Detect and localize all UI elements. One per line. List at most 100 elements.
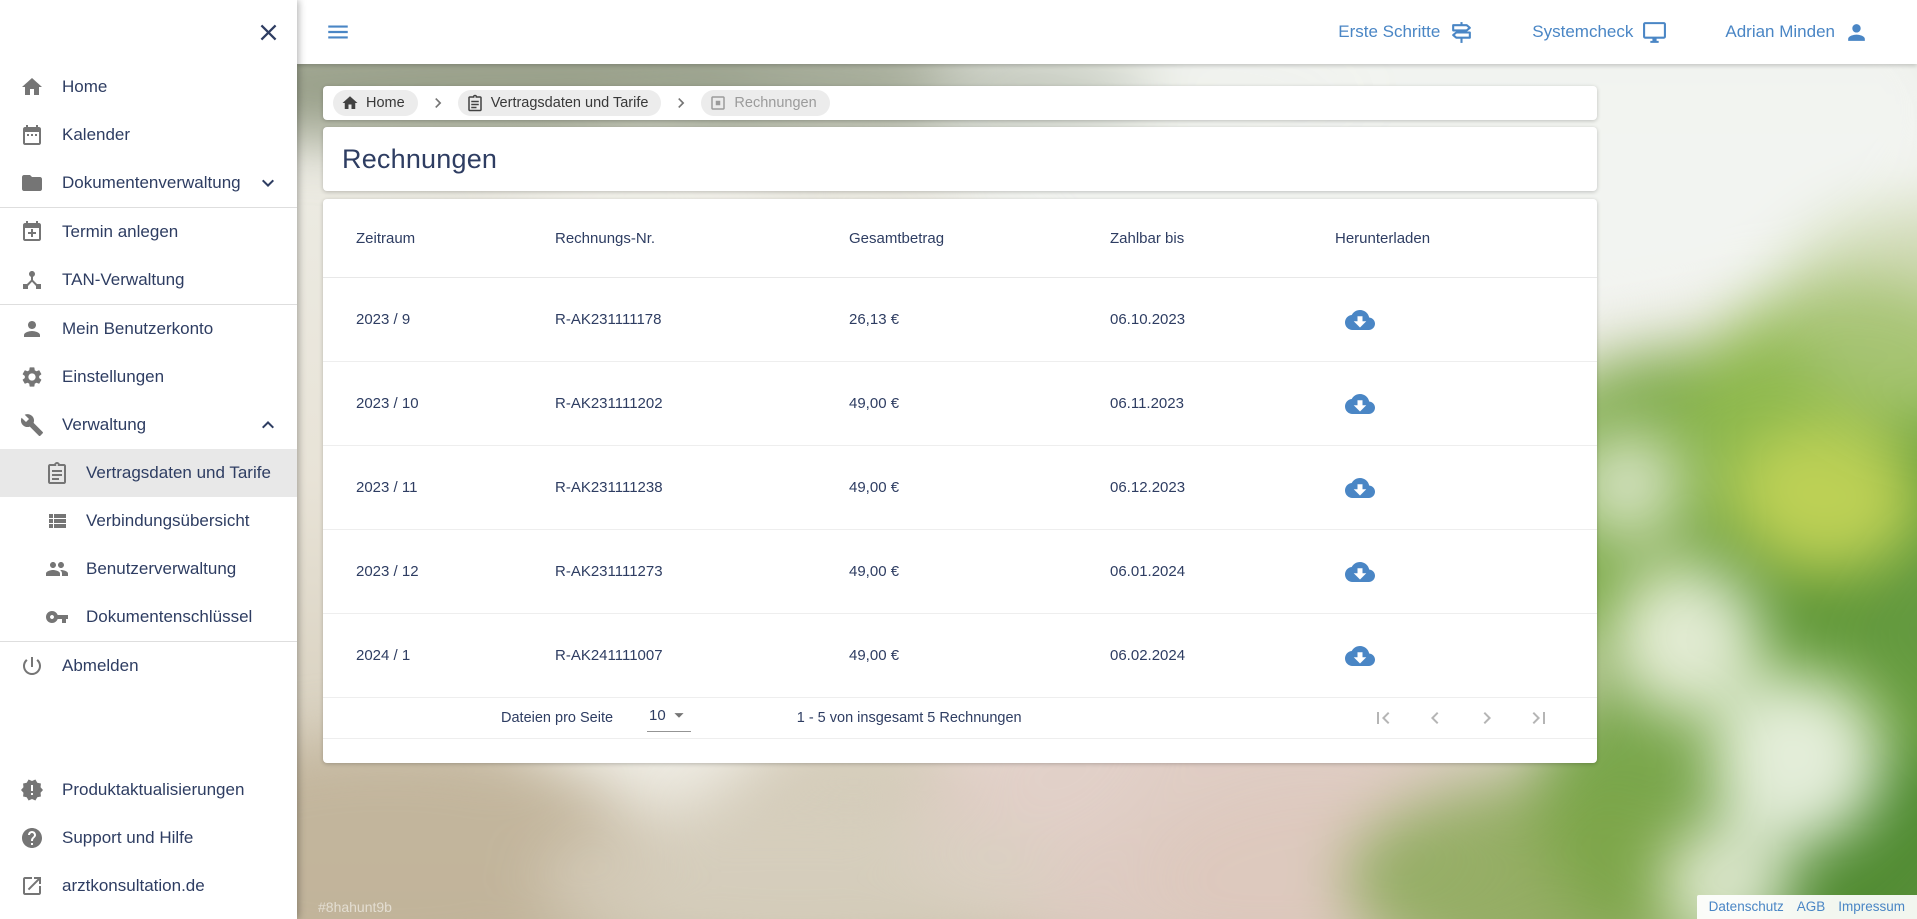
breadcrumb-item-label: Vertragsdaten und Tarife bbox=[491, 95, 649, 111]
table-row: 2023 / 10R-AK23111120249,00 €06.11.2023 bbox=[323, 362, 1597, 446]
cloud-download-icon bbox=[1345, 641, 1375, 671]
sidebar-bottom: Produktaktualisierungen Support und Hilfe… bbox=[0, 766, 297, 910]
breadcrumb-item-home[interactable]: Home bbox=[333, 90, 418, 116]
cell-herunterladen bbox=[1335, 389, 1597, 419]
cell-gesamtbetrag: 49,00 € bbox=[849, 563, 1110, 580]
sidebar-item-produktaktualisierungen[interactable]: Produktaktualisierungen bbox=[0, 766, 297, 814]
cell-gesamtbetrag: 26,13 € bbox=[849, 311, 1110, 328]
column-header-rechnungs-nr: Rechnungs-Nr. bbox=[555, 230, 849, 247]
breadcrumb-item-vertragsdaten-und-tarife[interactable]: Vertragsdaten und Tarife bbox=[458, 90, 662, 116]
pagination-next-page-button[interactable] bbox=[1475, 706, 1499, 730]
invoice-icon bbox=[709, 94, 727, 112]
sidebar-item-benutzerverwaltung[interactable]: Benutzerverwaltung bbox=[0, 545, 297, 593]
footer-link-impressum[interactable]: Impressum bbox=[1838, 899, 1905, 914]
external-link-icon bbox=[20, 874, 44, 898]
sidebar-item-kalender[interactable]: Kalender bbox=[0, 111, 297, 159]
cloud-download-icon bbox=[1345, 389, 1375, 419]
footer-link-agb[interactable]: AGB bbox=[1797, 899, 1826, 914]
sidebar-item-label: Benutzerverwaltung bbox=[86, 559, 236, 579]
sidebar-item-label: Support und Hilfe bbox=[62, 828, 193, 848]
pagination-previous-page-button[interactable] bbox=[1423, 706, 1447, 730]
column-header-herunterladen: Herunterladen bbox=[1335, 230, 1597, 247]
invoices-table-card: ZeitraumRechnungs-Nr.GesamtbetragZahlbar… bbox=[323, 199, 1597, 763]
download-invoice-button[interactable] bbox=[1345, 305, 1375, 335]
new-releases-icon bbox=[20, 778, 44, 802]
sidebar-item-dokumentenschl-ssel[interactable]: Dokumentenschlüssel bbox=[0, 593, 297, 641]
signpost-icon bbox=[1449, 20, 1474, 45]
sidebar-item-verbindungs-bersicht[interactable]: Verbindungsübersicht bbox=[0, 497, 297, 545]
sidebar-item-home[interactable]: Home bbox=[0, 63, 297, 111]
sidebar-item-arztkonsultation-de[interactable]: arztkonsultation.de bbox=[0, 862, 297, 910]
sidebar-item-label: Verbindungsübersicht bbox=[86, 511, 250, 531]
sidebar-item-verwaltung[interactable]: Verwaltung bbox=[0, 401, 297, 449]
sidebar-item-mein-benutzerkonto[interactable]: Mein Benutzerkonto bbox=[0, 305, 297, 353]
chevron-down-wrap bbox=[256, 171, 280, 200]
download-invoice-button[interactable] bbox=[1345, 473, 1375, 503]
cell-rechnungs-nr: R-AK231111202 bbox=[555, 395, 849, 412]
first-page-icon bbox=[1371, 706, 1395, 730]
column-header-zeitraum: Zeitraum bbox=[323, 230, 555, 247]
cell-gesamtbetrag: 49,00 € bbox=[849, 647, 1110, 664]
download-invoice-button[interactable] bbox=[1345, 557, 1375, 587]
footer-legal-links: Datenschutz AGB Impressum bbox=[1697, 895, 1917, 919]
breadcrumb-item-rechnungen: Rechnungen bbox=[701, 90, 829, 116]
sidebar-item-einstellungen[interactable]: Einstellungen bbox=[0, 353, 297, 401]
cell-gesamtbetrag: 49,00 € bbox=[849, 395, 1110, 412]
topbar-link-systemcheck[interactable]: Systemcheck bbox=[1532, 20, 1667, 45]
people-icon bbox=[45, 557, 69, 581]
cell-rechnungs-nr: R-AK231111273 bbox=[555, 563, 849, 580]
wrench-icon bbox=[20, 413, 44, 437]
arrow-drop-down-icon bbox=[668, 704, 690, 726]
breadcrumb-item-label: Home bbox=[366, 95, 405, 111]
sidebar-item-termin-anlegen[interactable]: Termin anlegen bbox=[0, 208, 297, 256]
pagination-first-page-button[interactable] bbox=[1371, 706, 1395, 730]
table-body: 2023 / 9R-AK23111117826,13 €06.10.202320… bbox=[323, 278, 1597, 698]
cloud-download-icon bbox=[1345, 305, 1375, 335]
cell-herunterladen bbox=[1335, 473, 1597, 503]
monitor-icon bbox=[1642, 20, 1667, 45]
home-icon bbox=[341, 94, 359, 112]
sidebar-item-support-und-hilfe[interactable]: Support und Hilfe bbox=[0, 814, 297, 862]
cell-zahlbar-bis: 06.01.2024 bbox=[1110, 563, 1335, 580]
help-icon bbox=[20, 826, 44, 850]
pagination-last-page-button[interactable] bbox=[1527, 706, 1551, 730]
page-title-card: Rechnungen bbox=[323, 127, 1597, 191]
sidebar-nav: Home Kalender DokumentenverwaltungTermin a… bbox=[0, 63, 297, 690]
breadcrumb-separator bbox=[428, 93, 448, 113]
cloud-download-icon bbox=[1345, 473, 1375, 503]
sidebar-item-dokumentenverwaltung[interactable]: Dokumentenverwaltung bbox=[0, 159, 297, 207]
download-invoice-button[interactable] bbox=[1345, 389, 1375, 419]
user-icon bbox=[1844, 20, 1869, 45]
cell-zahlbar-bis: 06.02.2024 bbox=[1110, 647, 1335, 664]
close-icon bbox=[255, 19, 282, 46]
footer-link-datenschutz[interactable]: Datenschutz bbox=[1709, 899, 1784, 914]
chevron-up-icon bbox=[256, 413, 280, 437]
column-header-gesamtbetrag: Gesamtbetrag bbox=[849, 230, 1110, 247]
topbar-links: Erste Schritte Systemcheck Adrian Minden bbox=[1338, 20, 1869, 45]
pagination-range-text: 1 - 5 von insgesamt 5 Rechnungen bbox=[797, 710, 1022, 726]
chevron-down-icon bbox=[256, 171, 280, 195]
breadcrumb-separator bbox=[671, 93, 691, 113]
topbar-link-adrian-minden[interactable]: Adrian Minden bbox=[1725, 20, 1869, 45]
sidebar-close-button[interactable] bbox=[255, 19, 282, 46]
sidebar-item-vertragsdaten-und-tarife[interactable]: Vertragsdaten und Tarife bbox=[0, 449, 297, 497]
watermark-text: #8hahunt9b bbox=[318, 899, 392, 915]
cell-zeitraum: 2023 / 12 bbox=[323, 563, 555, 580]
sidebar-item-abmelden[interactable]: Abmelden bbox=[0, 642, 297, 690]
topbar-link-label: Systemcheck bbox=[1532, 22, 1633, 42]
cell-gesamtbetrag: 49,00 € bbox=[849, 479, 1110, 496]
hamburger-menu-button[interactable] bbox=[325, 19, 351, 45]
chevron-up-wrap bbox=[256, 413, 280, 442]
arrow-drop-down-icon bbox=[668, 704, 690, 726]
sidebar-item-label: Kalender bbox=[62, 125, 130, 145]
calendar-icon bbox=[20, 123, 44, 147]
sidebar-item-tan-verwaltung[interactable]: TAN-Verwaltung bbox=[0, 256, 297, 304]
cell-herunterladen bbox=[1335, 641, 1597, 671]
gear-icon bbox=[20, 365, 44, 389]
cell-zahlbar-bis: 06.12.2023 bbox=[1110, 479, 1335, 496]
sidebar-item-label: arztkonsultation.de bbox=[62, 876, 205, 896]
per-page-select[interactable]: 10 bbox=[647, 704, 691, 732]
download-invoice-button[interactable] bbox=[1345, 641, 1375, 671]
topbar-link-erste-schritte[interactable]: Erste Schritte bbox=[1338, 20, 1474, 45]
cell-herunterladen bbox=[1335, 305, 1597, 335]
